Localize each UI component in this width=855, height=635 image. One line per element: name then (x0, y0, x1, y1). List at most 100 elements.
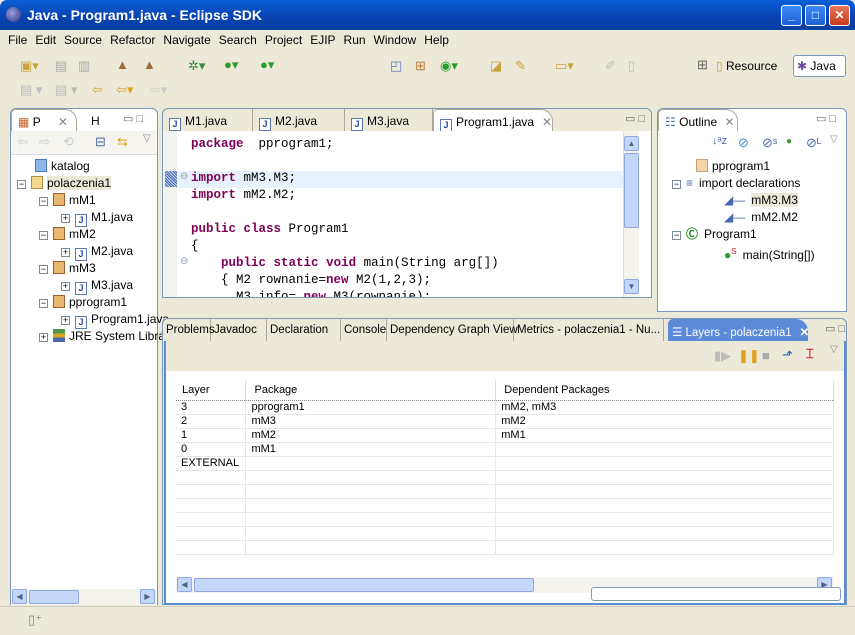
horizontal-scrollbar[interactable]: ◀ ▶ (11, 589, 157, 605)
menu-file[interactable]: File (4, 30, 31, 47)
fold-icon[interactable]: ⊖ (180, 256, 188, 267)
scroll-thumb[interactable] (194, 578, 534, 592)
back-icon[interactable]: ⇦ (17, 134, 28, 150)
collapse-icon[interactable]: − (39, 231, 48, 240)
tree-item[interactable]: − pprogram1 (17, 294, 175, 311)
menu-search[interactable]: Search (215, 30, 261, 47)
close-icon[interactable]: ✕ (800, 327, 810, 339)
tree-item[interactable]: + J M2.java (17, 243, 175, 261)
menu-run[interactable]: Run (340, 30, 370, 47)
collapse-icon[interactable]: − (39, 197, 48, 206)
close-icon[interactable]: ✕ (58, 115, 68, 129)
tab-metrics[interactable]: Metrics - polaczenia1 - Nu... (514, 319, 664, 341)
menu-navigate[interactable]: Navigate (159, 30, 214, 47)
view-menu-icon[interactable]: ▽ (143, 133, 151, 144)
scroll-thumb[interactable] (29, 590, 79, 604)
fold-icon[interactable]: ⊖ (180, 171, 188, 182)
perspective-java[interactable]: ✱ Java (793, 55, 846, 77)
minimize-view-icon[interactable]: ▭ □ (123, 112, 143, 125)
tree-item[interactable]: katalog (17, 158, 175, 175)
external-tools-icon[interactable]: ●▾ (260, 57, 274, 73)
tab-javadoc[interactable]: Javadoc (211, 319, 267, 341)
forward-icon[interactable]: ⇨▾ (150, 82, 167, 98)
outline-item[interactable]: ●S main(String[]) (672, 243, 815, 262)
tree-item[interactable]: − polaczenia1 (17, 175, 175, 192)
outline-item[interactable]: pprogram1 (672, 158, 815, 175)
maximize-view-icon[interactable]: ▭ □ (625, 112, 645, 125)
outline-item[interactable]: ◢— mM3.M3 (672, 192, 815, 209)
outline-item[interactable]: ◢— mM2.M2 (672, 209, 815, 226)
run-icon[interactable]: ●▾ (224, 57, 238, 73)
collapse-icon[interactable]: − (39, 265, 48, 274)
code-editor[interactable]: ⊖ ⊖ package pprogram1; import mM3.M3; imp… (163, 131, 651, 297)
hide-nonpublic-icon[interactable]: ● (786, 136, 792, 147)
forward-icon[interactable]: ⇨ (39, 134, 50, 150)
menu-ejip[interactable]: EJIP (306, 30, 339, 47)
table-row[interactable]: 0 mM1 (176, 442, 834, 457)
column-header[interactable]: Package (245, 380, 497, 401)
expand-icon[interactable]: + (61, 282, 70, 291)
tree-item[interactable]: + JRE System Library (17, 328, 175, 345)
back-icon[interactable]: ⇦▾ (116, 82, 133, 98)
menu-help[interactable]: Help (420, 30, 453, 47)
export-icon[interactable]: ⬏ (782, 347, 793, 363)
maximize-view-icon[interactable]: ▭ □ (825, 322, 845, 335)
tab-hierarchy[interactable]: H (85, 109, 106, 131)
minimize-button[interactable]: _ (781, 5, 802, 26)
table-row[interactable]: 2 mM3 mM2 (176, 414, 834, 429)
scroll-thumb[interactable] (624, 153, 639, 228)
build-icon[interactable]: ▲ (116, 57, 129, 72)
menu-window[interactable]: Window (370, 30, 421, 47)
stop-icon[interactable]: ■ (762, 348, 770, 363)
perspective-resource[interactable]: ▯ Resource (716, 56, 777, 76)
tab-outline[interactable]: ☷ Outline ✕ (658, 109, 738, 131)
tab-console[interactable]: Console (341, 319, 387, 341)
fast-view-icon[interactable]: ▯⁺ (28, 612, 42, 628)
expand-icon[interactable]: + (61, 214, 70, 223)
open-perspective-icon[interactable]: ⊞ (697, 57, 708, 73)
debug-icon[interactable]: ✲▾ (188, 58, 205, 74)
up-icon[interactable]: ⟲ (63, 134, 74, 150)
save-icon[interactable]: ▤ (55, 58, 67, 74)
tree-item[interactable]: − mM1 (17, 192, 175, 209)
print-icon[interactable]: ▥ (78, 58, 90, 74)
menu-source[interactable]: Source (60, 30, 106, 47)
table-row[interactable]: 3 pprogram1 mM2, mM3 (176, 400, 834, 415)
collapse-icon[interactable]: − (17, 180, 26, 189)
view-menu-icon[interactable]: ▽ (830, 134, 838, 145)
column-header[interactable]: Dependent Packages (495, 380, 834, 401)
tab-m1-java[interactable]: J M1.java (163, 109, 253, 131)
close-icon[interactable]: ✕ (542, 115, 552, 129)
outline-item[interactable]: − Ⓒ Program1 (672, 226, 815, 243)
menu-project[interactable]: Project (261, 30, 306, 47)
table-row[interactable]: EXTERNAL (176, 456, 834, 471)
outline-item[interactable]: − ≡ import declarations (672, 175, 815, 192)
open-type-icon[interactable]: ◪ (490, 58, 502, 74)
new-package-icon[interactable]: ⊞ (415, 58, 426, 74)
tab-layers[interactable]: ☰ Layers - polaczenia1 ✕ (668, 319, 810, 341)
next-annotation-icon[interactable]: ▤ ▾ (20, 82, 42, 98)
menu-edit[interactable]: Edit (31, 30, 60, 47)
close-button[interactable]: ✕ (829, 5, 850, 26)
hide-local-types-icon[interactable]: ⊘ᴸ (806, 135, 821, 151)
tree-item[interactable]: + J M3.java (17, 277, 175, 295)
build-stop-icon[interactable]: ▲ (143, 57, 156, 72)
collapse-icon[interactable]: − (39, 299, 48, 308)
vertical-scrollbar[interactable]: ▲ ▼ (623, 131, 639, 297)
column-header[interactable]: Layer (176, 380, 247, 401)
annotation-icon[interactable]: ✐ (605, 58, 616, 74)
tab-program1-java[interactable]: J Program1.java ✕ (433, 109, 553, 132)
hide-static-icon[interactable]: ⊘ˢ (762, 135, 777, 151)
tree-item[interactable]: − mM3 (17, 260, 175, 277)
maximize-button[interactable]: □ (805, 5, 826, 26)
tab-dependency[interactable]: Dependency Graph View (387, 319, 518, 341)
table-row[interactable]: 1 mM2 mM1 (176, 428, 834, 443)
menu-refactor[interactable]: Refactor (106, 30, 159, 47)
expand-icon[interactable]: + (61, 248, 70, 257)
collapse-all-icon[interactable]: ⊟ (95, 134, 106, 150)
search-icon[interactable]: ✎ (515, 58, 526, 74)
collapse-icon[interactable]: − (672, 180, 681, 189)
sort-icon[interactable]: ↓ᵃz (712, 135, 727, 147)
resume-icon[interactable]: ▮▶ (714, 348, 731, 364)
prev-annotation-icon[interactable]: ▤ ▾ (55, 82, 77, 98)
